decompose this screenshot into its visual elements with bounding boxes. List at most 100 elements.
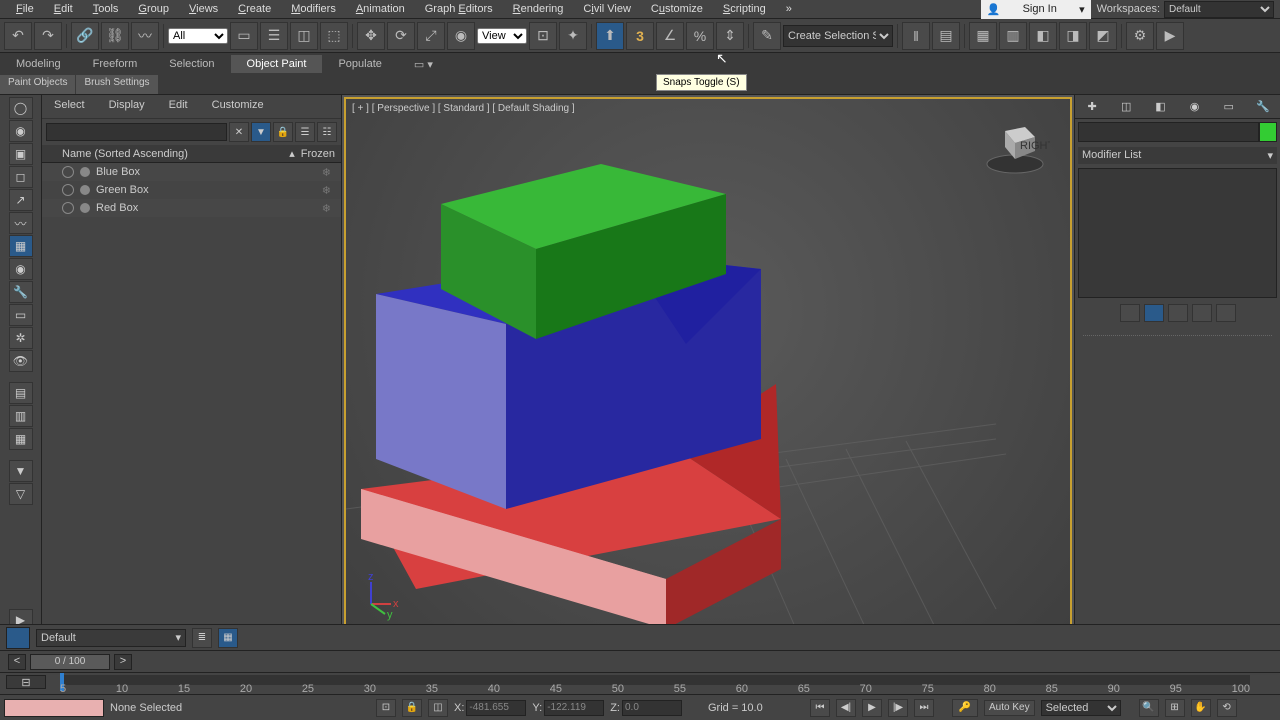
schematic-button[interactable]: ◨ [1059, 22, 1087, 50]
scene-tab-display[interactable]: Display [97, 95, 157, 118]
scene-tab-customize[interactable]: Customize [200, 95, 276, 118]
next-frame-button[interactable]: |▶ [888, 699, 908, 717]
z-input[interactable] [622, 700, 682, 716]
subtab-brushsettings[interactable]: Brush Settings [76, 75, 157, 94]
select-button[interactable]: ▭ [230, 22, 258, 50]
mirror-button[interactable]: ‖ [902, 22, 930, 50]
vtool-light[interactable]: ◻ [9, 166, 33, 188]
orbit-button[interactable]: ⟲ [1217, 699, 1237, 717]
utilities-tab-icon[interactable]: 🔧 [1251, 97, 1275, 117]
vtool-display[interactable]: ◉ [9, 120, 33, 142]
undo-button[interactable]: ↶ [4, 22, 32, 50]
default-set-dropdown[interactable]: Default▾ [36, 629, 186, 647]
configure-sets-icon[interactable] [1216, 304, 1236, 322]
x-input[interactable] [466, 700, 526, 716]
link-button[interactable]: 🔗 [71, 22, 99, 50]
scene-header[interactable]: Name (Sorted Ascending) ▴ Frozen [42, 145, 341, 163]
pivot-button[interactable]: ⊡ [529, 22, 557, 50]
named-selection-set[interactable]: Create Selection Se [783, 25, 893, 47]
modifier-list-dropdown[interactable]: Modifier List ▾ [1078, 147, 1277, 164]
workspace-dropdown[interactable]: Default [1164, 1, 1274, 18]
menu-create[interactable]: Create [228, 1, 281, 17]
vtool-space[interactable]: ◉ [9, 258, 33, 280]
set-key-button[interactable]: 🔑 [952, 699, 978, 717]
ref-coord-system[interactable]: View [477, 28, 527, 44]
scene-search-input[interactable] [46, 123, 227, 141]
list-item[interactable]: Green Box ❄ [42, 181, 341, 199]
modifier-stack[interactable] [1078, 168, 1277, 298]
selection-filter[interactable]: All [168, 28, 228, 44]
lock-selection-icon[interactable]: ⊡ [376, 699, 396, 717]
rotate-button[interactable]: ⟳ [387, 22, 415, 50]
vtool-c[interactable]: ▦ [9, 428, 33, 450]
scale-button[interactable]: ⤢ [417, 22, 445, 50]
ribbon-objectpaint[interactable]: Object Paint [231, 55, 323, 73]
menu-file[interactable]: File [6, 1, 44, 17]
menu-scripting[interactable]: Scripting [713, 1, 776, 17]
zoom-all-button[interactable]: ⊞ [1165, 699, 1185, 717]
select-region-button[interactable]: ◫ [290, 22, 318, 50]
visibility-icon[interactable] [62, 202, 74, 214]
vtool-visible[interactable]: 👁 [9, 350, 33, 372]
pin-stack-icon[interactable] [1120, 304, 1140, 322]
vtool-a[interactable]: ▤ [9, 382, 33, 404]
make-unique-icon[interactable] [1168, 304, 1188, 322]
menu-customize[interactable]: Customize [641, 1, 713, 17]
frozen-icon[interactable]: ❄ [322, 202, 331, 215]
ribbon-expand[interactable]: ▭ ▾ [398, 55, 449, 74]
menu-edit[interactable]: Edit [44, 1, 83, 17]
frozen-icon[interactable]: ❄ [322, 184, 331, 197]
layers-icon[interactable]: ≣ [192, 628, 212, 648]
bind-button[interactable]: 〰 [131, 22, 159, 50]
keyfilter-dropdown[interactable]: Selected [1041, 700, 1121, 716]
menu-modifiers[interactable]: Modifiers [281, 1, 346, 17]
menu-overflow[interactable]: » [776, 1, 802, 17]
view-cube[interactable]: RIGHT [980, 109, 1050, 179]
prev-frame-button[interactable]: ◀| [836, 699, 856, 717]
vtool-camera[interactable]: ▣ [9, 143, 33, 165]
vtool-helper[interactable]: 〰 [9, 212, 33, 234]
tree2-icon[interactable]: ☷ [317, 122, 337, 142]
lock-icon[interactable]: 🔒 [273, 122, 293, 142]
menu-animation[interactable]: Animation [346, 1, 415, 17]
placement-button[interactable]: ◉ [447, 22, 475, 50]
time-slider[interactable]: 0 / 100 [30, 654, 110, 670]
show-result-icon[interactable] [1144, 304, 1164, 322]
pan-button[interactable]: ✋ [1191, 699, 1211, 717]
menu-group[interactable]: Group [128, 1, 179, 17]
ribbon-selection[interactable]: Selection [153, 55, 230, 73]
motion-tab-icon[interactable]: ◉ [1183, 97, 1207, 117]
vtool-e[interactable]: ▽ [9, 483, 33, 505]
play-button[interactable]: ▶ [862, 699, 882, 717]
render-button[interactable]: ▶ [1156, 22, 1184, 50]
snaps-toggle-button[interactable]: 3 [626, 22, 654, 50]
angle-snap-button[interactable]: ∠ [656, 22, 684, 50]
menu-rendering[interactable]: Rendering [503, 1, 574, 17]
ribbon-populate[interactable]: Populate [322, 55, 397, 73]
vtool-b[interactable]: ▥ [9, 405, 33, 427]
vtool-shape[interactable]: ↗ [9, 189, 33, 211]
scene-tab-select[interactable]: Select [42, 95, 97, 118]
object-name-input[interactable] [1078, 122, 1259, 142]
move-button[interactable]: ✥ [357, 22, 385, 50]
slider-next[interactable]: > [114, 654, 132, 670]
ribbon-modeling[interactable]: Modeling [0, 55, 77, 73]
trackbar-toggle[interactable]: ⊟ [6, 675, 46, 689]
hierarchy-tab-icon[interactable]: ◧ [1148, 97, 1172, 117]
slider-prev[interactable]: < [8, 654, 26, 670]
vtool-bone[interactable]: ▦ [9, 235, 33, 257]
material-slot[interactable] [6, 627, 30, 649]
perspective-viewport[interactable]: [ + ] [ Perspective ] [ Standard ] [ Def… [344, 97, 1072, 629]
display-tab-icon[interactable]: ▭ [1217, 97, 1241, 117]
render-setup-button[interactable]: ⚙ [1126, 22, 1154, 50]
edit-selset-button[interactable]: ✎ [753, 22, 781, 50]
object-color-swatch[interactable] [1259, 122, 1277, 142]
menu-views[interactable]: Views [179, 1, 228, 17]
scene-tab-edit[interactable]: Edit [157, 95, 200, 118]
clear-search-icon[interactable]: ✕ [229, 122, 249, 142]
unlink-button[interactable]: ⛓ [101, 22, 129, 50]
frozen-icon[interactable]: ❄ [322, 166, 331, 179]
spinner-snap-button[interactable]: ⇕ [716, 22, 744, 50]
select-name-button[interactable]: ☰ [260, 22, 288, 50]
list-item[interactable]: Blue Box ❄ [42, 163, 341, 181]
